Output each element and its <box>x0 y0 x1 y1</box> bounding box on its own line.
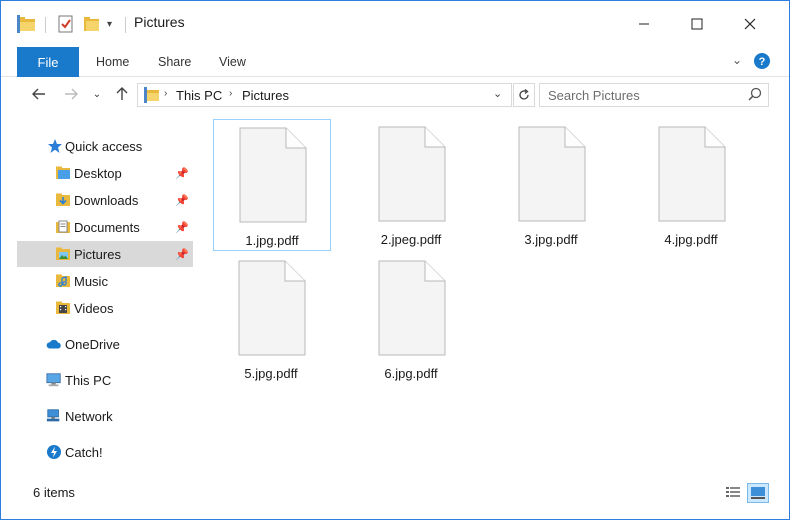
title-bar: ▾ Pictures <box>1 1 789 47</box>
nav-item-downloads[interactable]: Downloads 📌 <box>17 187 193 213</box>
blank-document-icon <box>518 126 586 222</box>
divider <box>45 17 46 33</box>
window-title: Pictures <box>134 14 185 30</box>
file-item[interactable]: 5.jpg.pdff <box>213 253 331 385</box>
music-folder-icon <box>55 273 71 289</box>
nav-label: Desktop <box>74 165 122 181</box>
status-bar: 6 items <box>1 481 789 505</box>
search-input[interactable]: Search Pictures <box>539 83 769 107</box>
minimize-button[interactable] <box>621 1 667 47</box>
back-button[interactable] <box>27 82 51 106</box>
customize-toolbar-chevron-icon[interactable]: ▾ <box>107 19 112 30</box>
nav-item-desktop[interactable]: Desktop 📌 <box>17 160 193 186</box>
pin-icon[interactable]: 📌 <box>175 167 189 180</box>
file-item[interactable]: 4.jpg.pdff <box>633 119 751 251</box>
large-icons-view-icon <box>751 487 765 499</box>
file-name: 1.jpg.pdff <box>245 233 299 248</box>
breadcrumb-pictures[interactable]: Pictures <box>242 88 289 103</box>
nav-item-videos[interactable]: Videos <box>17 295 193 321</box>
nav-label: Quick access <box>65 138 143 154</box>
new-folder-icon[interactable] <box>83 15 101 36</box>
forward-button[interactable] <box>59 82 83 106</box>
tab-view[interactable]: View <box>219 47 246 77</box>
videos-folder-icon <box>55 300 71 316</box>
computer-icon <box>46 372 62 388</box>
file-name: 3.jpg.pdff <box>524 232 578 247</box>
nav-label: Catch! <box>65 444 103 460</box>
up-button[interactable] <box>111 82 133 106</box>
nav-label: Videos <box>74 300 114 316</box>
nav-item-onedrive[interactable]: OneDrive <box>17 331 193 357</box>
nav-label: Music <box>74 273 108 289</box>
catch-icon <box>46 444 62 460</box>
svg-text:?: ? <box>759 56 766 68</box>
file-item[interactable]: 6.jpg.pdff <box>353 253 471 385</box>
nav-label: Pictures <box>74 246 121 262</box>
navigation-pane: Quick access Desktop 📌 Downloads 📌 Docum… <box>1 113 195 481</box>
documents-folder-icon <box>55 219 71 235</box>
file-item[interactable]: 1.jpg.pdff <box>213 119 331 251</box>
file-item[interactable]: 3.jpg.pdff <box>493 119 611 251</box>
blank-document-icon <box>378 126 446 222</box>
downloads-folder-icon <box>55 192 71 208</box>
expand-ribbon-chevron-icon[interactable]: ⌄ <box>732 53 742 67</box>
breadcrumb-this-pc[interactable]: This PC <box>176 88 222 103</box>
pin-icon[interactable]: 📌 <box>175 194 189 207</box>
folder-icon <box>55 165 71 181</box>
star-icon <box>47 138 63 154</box>
pin-icon[interactable]: 📌 <box>175 248 189 261</box>
nav-label: OneDrive <box>65 336 120 352</box>
blank-document-icon <box>658 126 726 222</box>
nav-item-pictures[interactable]: Pictures 📌 <box>17 241 193 267</box>
blank-document-icon <box>378 260 446 356</box>
recent-locations-chevron-icon[interactable]: ⌄ <box>89 82 105 106</box>
file-name: 5.jpg.pdff <box>244 366 298 381</box>
details-view-button[interactable] <box>722 483 744 503</box>
nav-item-network[interactable]: Network <box>17 403 193 429</box>
nav-item-documents[interactable]: Documents 📌 <box>17 214 193 240</box>
large-icons-view-button[interactable] <box>747 483 769 503</box>
nav-label: Documents <box>74 219 140 235</box>
refresh-button[interactable] <box>513 83 535 107</box>
navigation-bar: ⌄ › This PC › Pictures ⌄ Search Pictures <box>1 78 789 112</box>
pictures-folder-icon <box>55 246 71 262</box>
details-view-icon <box>726 487 740 497</box>
blank-document-icon <box>238 260 306 356</box>
file-view: 1.jpg.pdff 2.jpeg.pdff 3.jpg.pdff 4.jpg.… <box>197 113 787 481</box>
help-icon[interactable]: ? <box>753 52 771 73</box>
nav-item-this-pc[interactable]: This PC <box>17 367 193 393</box>
cloud-icon <box>46 336 62 352</box>
close-button[interactable] <box>727 1 773 47</box>
nav-label: Network <box>65 408 113 424</box>
nav-item-catch[interactable]: Catch! <box>17 439 193 465</box>
nav-label: This PC <box>65 372 112 388</box>
address-bar[interactable]: › This PC › Pictures ⌄ <box>137 83 512 107</box>
item-count: 6 items <box>33 485 75 500</box>
file-name: 2.jpeg.pdff <box>380 232 442 247</box>
search-placeholder: Search Pictures <box>548 87 640 103</box>
nav-item-quick-access[interactable]: Quick access <box>17 133 193 159</box>
address-dropdown-chevron-icon[interactable]: ⌄ <box>493 87 502 100</box>
tab-share[interactable]: Share <box>158 47 191 77</box>
blank-document-icon <box>239 127 307 223</box>
maximize-button[interactable] <box>674 1 720 47</box>
folder-app-icon <box>17 15 37 36</box>
breadcrumb-separator-icon: › <box>164 88 168 99</box>
ribbon-tabs: File Home Share View ⌄ ? <box>1 47 789 77</box>
properties-icon[interactable] <box>57 15 75 36</box>
search-icon[interactable] <box>748 87 762 104</box>
nav-item-music[interactable]: Music <box>17 268 193 294</box>
file-name: 6.jpg.pdff <box>384 366 438 381</box>
pictures-location-icon <box>144 87 160 106</box>
file-item[interactable]: 2.jpeg.pdff <box>353 119 471 251</box>
explorer-window: ▾ Pictures File Home Share View ⌄ ? ⌄ › … <box>0 0 790 520</box>
pin-icon[interactable]: 📌 <box>175 221 189 234</box>
breadcrumb-separator-icon: › <box>229 88 233 99</box>
nav-label: Downloads <box>74 192 139 208</box>
tab-file[interactable]: File <box>17 47 79 77</box>
divider <box>125 17 126 33</box>
file-name: 4.jpg.pdff <box>664 232 718 247</box>
tab-home[interactable]: Home <box>96 47 129 77</box>
network-icon <box>46 408 62 424</box>
